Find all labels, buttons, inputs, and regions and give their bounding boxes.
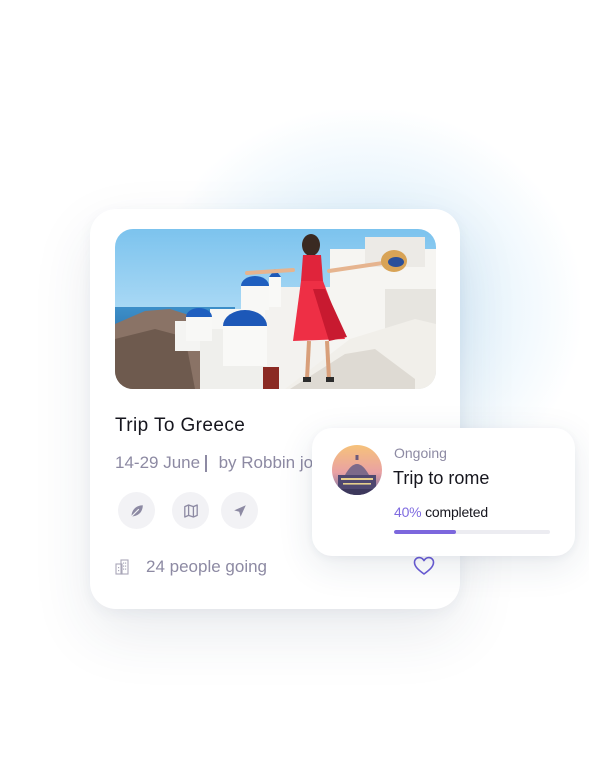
leaf-icon bbox=[130, 504, 143, 517]
trip-status: Ongoing bbox=[394, 445, 447, 461]
people-going-text: 24 people going bbox=[146, 557, 268, 576]
send-icon bbox=[233, 504, 246, 517]
ongoing-trip-card[interactable]: Ongoing Trip to rome 40% completed bbox=[312, 428, 575, 556]
trip-meta: 14-29 June by Robbin jo bbox=[115, 452, 345, 474]
progress-bar bbox=[394, 530, 550, 534]
progress-bar-fill bbox=[394, 530, 457, 534]
send-button[interactable] bbox=[221, 492, 258, 529]
trip-hero-image bbox=[115, 229, 436, 389]
building-icon bbox=[115, 559, 130, 575]
heart-icon bbox=[413, 556, 435, 575]
trip-dates: 14-29 June bbox=[115, 453, 201, 472]
ongoing-trip-title: Trip to rome bbox=[393, 468, 490, 488]
map-button[interactable] bbox=[172, 492, 209, 529]
progress-suffix: completed bbox=[421, 504, 488, 520]
meta-divider bbox=[205, 454, 207, 472]
map-icon bbox=[183, 503, 198, 518]
trip-organizer: by Robbin jo bbox=[218, 453, 314, 472]
progress-percent: 40% bbox=[394, 504, 422, 520]
favorite-button[interactable] bbox=[413, 556, 435, 576]
leaf-button[interactable] bbox=[118, 492, 155, 529]
progress-label: 40% completed bbox=[394, 504, 488, 520]
trip-title: Trip To Greece bbox=[115, 415, 246, 436]
people-going: 24 people going bbox=[115, 557, 267, 577]
rome-avatar bbox=[332, 445, 382, 495]
